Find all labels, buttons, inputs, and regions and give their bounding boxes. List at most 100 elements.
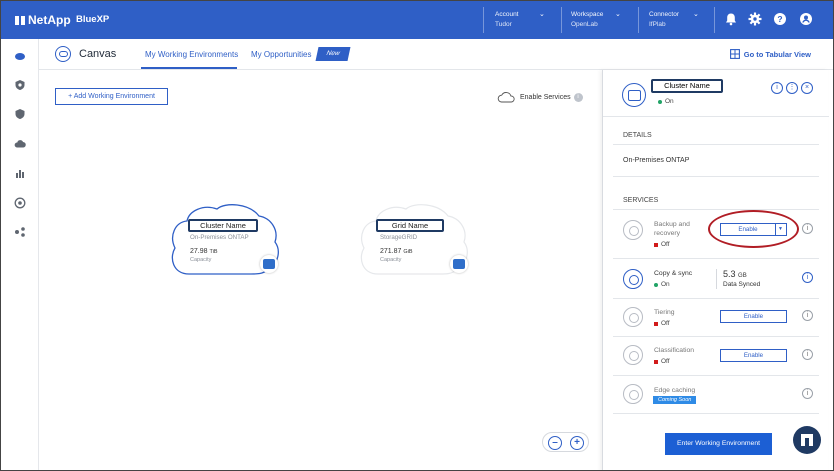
enter-working-environment-button[interactable]: Enter Working Environment (665, 433, 772, 455)
info-icon[interactable]: i (802, 388, 813, 399)
coming-soon-badge: Coming Soon (653, 396, 697, 404)
data-synced-value: 5.3 GB (723, 269, 747, 279)
backup-recovery-status-text: Off (661, 241, 670, 248)
zoom-out-button[interactable]: – (548, 436, 562, 450)
backup-recovery-name-line2: recovery (654, 230, 681, 237)
app-window: NetApp BlueXP Account Tudor ⌄ Workspace … (0, 0, 834, 471)
divider (483, 7, 484, 33)
canvas-nav-icon[interactable] (14, 50, 26, 62)
divider (613, 209, 819, 210)
grid-capacity: 271.87 GiB (380, 248, 413, 255)
grid-type: StorageGRID (380, 234, 418, 241)
divider (716, 269, 717, 289)
more-options-icon[interactable]: ⋮ (786, 82, 798, 94)
copy-sync-icon (623, 269, 643, 289)
panel-cluster-name: Cluster Name (651, 79, 723, 93)
details-section-title: DETAILS (623, 132, 652, 139)
copy-sync-status: On (654, 281, 670, 288)
panel-status: On (658, 98, 674, 105)
backup-recovery-enable-button[interactable]: Enable ▼ (720, 223, 787, 236)
data-synced-unit: GB (738, 273, 747, 279)
info-icon[interactable]: i (802, 223, 813, 234)
storage-icon (263, 259, 275, 269)
bell-icon[interactable] (724, 12, 738, 26)
user-icon[interactable] (799, 12, 813, 26)
data-synced-number: 5.3 (723, 269, 736, 279)
divider (638, 7, 639, 33)
info-icon[interactable]: i (771, 82, 783, 94)
status-off-dot (654, 359, 658, 364)
add-working-environment-button[interactable]: + Add Working Environment (55, 88, 168, 105)
netapp-assistant-button[interactable] (793, 426, 821, 454)
tiering-status-text: Off (661, 320, 670, 327)
enable-services-label: Enable Services (520, 93, 571, 101)
backup-recovery-status: Off (654, 241, 670, 248)
classification-enable-button[interactable]: Enable (720, 349, 787, 362)
cluster-capacity: 27.98 TiB (190, 248, 218, 255)
tiering-enable-button[interactable]: Enable (720, 310, 787, 323)
workspace-selector[interactable]: Workspace OpenLab (571, 10, 603, 30)
panel-header: Cluster Name On i ⋮ × (603, 70, 829, 117)
canvas-icon (55, 46, 71, 62)
divider (613, 375, 819, 376)
classification-status-text: Off (661, 358, 670, 365)
tab-my-working-environments[interactable]: My Working Environments (145, 50, 238, 59)
connector-value: IfPlab (649, 21, 666, 28)
divider (561, 7, 562, 33)
product-name: BlueXP (76, 14, 110, 25)
connector-selector[interactable]: Connector IfPlab (649, 10, 679, 30)
working-environment-icon (622, 83, 646, 107)
zoom-in-button[interactable]: + (570, 436, 584, 450)
grid-name-label: Grid Name (376, 219, 444, 232)
enable-label: Enable (721, 224, 776, 235)
grid-capacity-label: Capacity (380, 257, 402, 263)
account-selector[interactable]: Account Tudor (495, 10, 519, 30)
cloud-nav-icon[interactable] (14, 138, 26, 150)
gear-icon[interactable] (748, 12, 762, 26)
info-icon[interactable]: i (802, 310, 813, 321)
connector-label: Connector (649, 11, 679, 18)
tiering-icon (623, 307, 643, 327)
chevron-down-icon[interactable]: ⌄ (539, 10, 545, 18)
netapp-logo-icon (15, 15, 25, 25)
cluster-name-label: Cluster Name (188, 219, 258, 232)
page-title: Canvas (79, 48, 117, 60)
netapp-logo[interactable]: NetApp (15, 13, 71, 27)
shield-nav-icon[interactable] (14, 108, 26, 120)
zoom-control: – + (542, 432, 589, 452)
close-icon[interactable]: × (801, 82, 813, 94)
caret-down-icon[interactable]: ▼ (778, 226, 783, 232)
cloud-icon (497, 92, 515, 103)
tab-my-opportunities[interactable]: My Opportunities (251, 50, 311, 59)
panel-status-text: On (665, 98, 674, 105)
grid-capacity-value: 271.87 (380, 248, 402, 255)
divider (613, 298, 819, 299)
account-label: Account (495, 11, 519, 18)
edge-caching-name: Edge caching (654, 387, 696, 394)
divider (714, 7, 715, 33)
table-icon (729, 49, 740, 59)
new-badge: New (315, 47, 351, 61)
workspace-value: OpenLab (571, 21, 598, 28)
share-nav-icon[interactable] (14, 226, 26, 238)
copy-sync-status-text: On (661, 281, 670, 288)
account-value: Tudor (495, 21, 512, 28)
info-icon[interactable]: i (802, 272, 813, 283)
chevron-down-icon[interactable]: ⌄ (615, 10, 621, 18)
details-value: On-Premises ONTAP (623, 157, 690, 164)
chevron-down-icon[interactable]: ⌄ (693, 10, 699, 18)
cluster-capacity-label: Capacity (190, 257, 212, 263)
tabular-view-label: Go to Tabular View (743, 49, 811, 59)
workspace-label: Workspace (571, 11, 604, 18)
protection-nav-icon[interactable] (14, 79, 26, 91)
tabular-view-link[interactable]: Go to Tabular View (729, 49, 811, 59)
enable-services-toggle[interactable]: Enable Services i (497, 91, 583, 103)
divider (613, 258, 819, 259)
globe-nav-icon[interactable] (14, 197, 26, 209)
analytics-nav-icon[interactable] (14, 167, 26, 179)
cluster-capacity-value: 27.98 (190, 248, 208, 255)
info-icon[interactable]: i (573, 92, 583, 102)
services-section-title: SERVICES (623, 197, 659, 204)
info-icon[interactable]: i (802, 349, 813, 360)
help-icon[interactable]: ? (773, 12, 787, 26)
